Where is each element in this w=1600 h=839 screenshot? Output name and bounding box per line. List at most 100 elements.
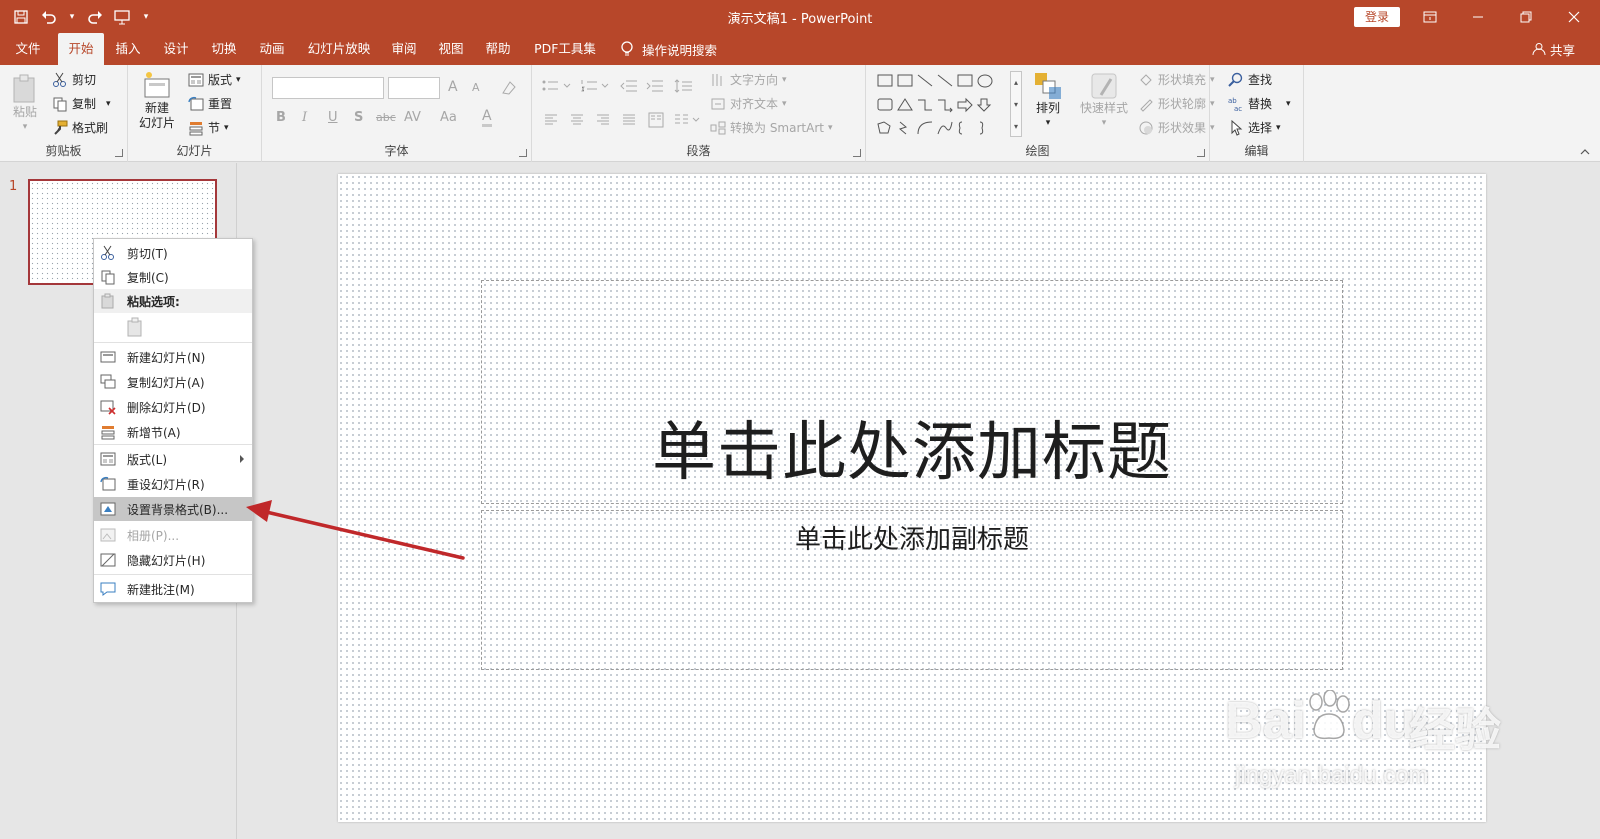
strikethrough-button[interactable]: abc bbox=[376, 111, 396, 124]
line-spacing-icon[interactable] bbox=[674, 78, 702, 94]
menu-item-hide-slide[interactable]: 隐藏幻灯片(H) bbox=[94, 548, 252, 572]
group-label-font: 字体 bbox=[384, 144, 409, 158]
decrease-indent-icon[interactable] bbox=[620, 79, 638, 93]
change-case-button[interactable]: Aa bbox=[440, 110, 457, 125]
menu-label-paste-options: 粘贴选项: bbox=[127, 294, 180, 309]
select-label: 选择 bbox=[1248, 121, 1273, 135]
copy-button[interactable]: 复制 ▾ bbox=[52, 95, 111, 112]
replace-button[interactable]: ab ac 替换 ▾ bbox=[1228, 95, 1291, 112]
menu-item-format-background[interactable]: 设置背景格式(B)... bbox=[94, 497, 252, 521]
reset-icon bbox=[100, 476, 116, 491]
subtitle-placeholder[interactable]: 单击此处添加副标题 bbox=[481, 510, 1343, 670]
font-name-combo[interactable] bbox=[272, 77, 384, 99]
shape-outline-button[interactable]: 形状轮廓 ▾ bbox=[1138, 95, 1215, 112]
align-center-icon[interactable] bbox=[570, 113, 584, 127]
restore-icon[interactable] bbox=[1502, 0, 1550, 33]
font-size-combo[interactable] bbox=[388, 77, 440, 99]
underline-button[interactable]: U bbox=[328, 110, 338, 125]
character-spacing-button[interactable]: AV bbox=[404, 110, 421, 125]
paste-option-icon[interactable] bbox=[126, 317, 144, 337]
tab-view[interactable]: 视图 bbox=[431, 33, 471, 65]
tab-design[interactable]: 设计 bbox=[156, 33, 196, 65]
menu-item-copy[interactable]: 复制(C) bbox=[94, 265, 252, 289]
tab-insert[interactable]: 插入 bbox=[108, 33, 148, 65]
menu-item-add-section[interactable]: 新增节(A) bbox=[94, 420, 252, 444]
tab-pdf-tools[interactable]: PDF工具集 bbox=[528, 33, 602, 65]
select-button[interactable]: 选择 ▾ bbox=[1228, 119, 1281, 136]
menu-item-photo-album[interactable]: 相册(P)... bbox=[94, 523, 252, 547]
paste-button[interactable]: 粘贴 ▾ bbox=[6, 73, 44, 135]
new-slide-label-line1: 新建 bbox=[144, 101, 169, 115]
tab-review[interactable]: 审阅 bbox=[384, 33, 424, 65]
text-direction-button[interactable]: 文字方向 ▾ bbox=[710, 71, 787, 88]
menu-item-cut[interactable]: 剪切(T) bbox=[94, 241, 252, 265]
numbering-icon[interactable] bbox=[580, 79, 610, 93]
clear-formatting-icon[interactable] bbox=[500, 79, 518, 97]
menu-item-new-slide[interactable]: 新建幻灯片(N) bbox=[94, 345, 252, 369]
menu-label-add-section: 新增节(A) bbox=[127, 425, 181, 440]
tab-slideshow[interactable]: 幻灯片放映 bbox=[301, 33, 377, 65]
align-left-icon[interactable] bbox=[544, 113, 558, 127]
format-painter-button[interactable]: 格式刷 bbox=[52, 119, 108, 136]
ribbon-display-options-icon[interactable] bbox=[1406, 0, 1454, 33]
columns-icon[interactable] bbox=[648, 112, 664, 128]
shadow-button[interactable]: S bbox=[354, 110, 363, 125]
clipboard-launcher-icon[interactable] bbox=[115, 149, 123, 157]
close-icon[interactable] bbox=[1550, 0, 1598, 33]
text-direction-label: 文字方向 bbox=[730, 73, 779, 87]
shape-effects-button[interactable]: 形状效果 ▾ bbox=[1138, 119, 1215, 136]
new-slide-button[interactable]: 新建 幻灯片 bbox=[136, 71, 178, 131]
bold-button[interactable]: B bbox=[276, 110, 286, 125]
tab-file[interactable]: 文件 bbox=[8, 33, 48, 65]
pen-icon bbox=[1140, 98, 1153, 112]
shape-effects-label: 形状效果 bbox=[1158, 121, 1207, 135]
drawing-launcher-icon[interactable] bbox=[1197, 149, 1205, 157]
collapse-ribbon-icon[interactable] bbox=[1580, 147, 1590, 157]
menu-item-layout[interactable]: 版式(L) bbox=[94, 447, 252, 471]
tab-help[interactable]: 帮助 bbox=[478, 33, 518, 65]
shape-fill-button[interactable]: 形状填充 ▾ bbox=[1138, 71, 1215, 88]
find-button[interactable]: 查找 bbox=[1228, 71, 1272, 88]
bullets-icon[interactable] bbox=[542, 79, 572, 93]
menu-label-reset-slide: 重设幻灯片(R) bbox=[127, 477, 205, 492]
menu-item-new-comment[interactable]: 新建批注(M) bbox=[94, 577, 252, 601]
tab-transitions[interactable]: 切换 bbox=[204, 33, 244, 65]
layout-button[interactable]: 版式 ▾ bbox=[188, 71, 241, 88]
title-placeholder[interactable]: 单击此处添加标题 bbox=[481, 280, 1343, 504]
align-right-icon[interactable] bbox=[596, 113, 610, 127]
paragraph-launcher-icon[interactable] bbox=[853, 149, 861, 157]
justify-icon[interactable] bbox=[622, 113, 636, 127]
increase-indent-icon[interactable] bbox=[646, 79, 664, 93]
cut-button[interactable]: 剪切 bbox=[52, 71, 96, 88]
italic-button[interactable]: I bbox=[302, 110, 307, 125]
arrange-button[interactable]: 排列 ▾ bbox=[1028, 71, 1068, 131]
tell-me-search[interactable]: 操作说明搜索 bbox=[620, 33, 717, 65]
menu-item-duplicate-slide[interactable]: 复制幻灯片(A) bbox=[94, 370, 252, 394]
svg-text:ab: ab bbox=[1228, 97, 1237, 105]
tab-home[interactable]: 开始 bbox=[58, 33, 104, 65]
minimize-icon[interactable] bbox=[1454, 0, 1502, 33]
login-button[interactable]: 登录 bbox=[1354, 7, 1400, 27]
shrink-font-button[interactable]: A bbox=[472, 81, 480, 94]
menu-label-hide-slide: 隐藏幻灯片(H) bbox=[127, 553, 206, 568]
menu-header-paste-options: 粘贴选项: bbox=[94, 289, 252, 313]
align-text-button[interactable]: 对齐文本 ▾ bbox=[710, 95, 787, 112]
font-color-button[interactable]: A bbox=[482, 108, 492, 127]
replace-icon: abac bbox=[1228, 97, 1242, 112]
tab-animations[interactable]: 动画 bbox=[252, 33, 292, 65]
quick-styles-button[interactable]: 快速样式 ▾ bbox=[1076, 71, 1132, 131]
grow-font-button[interactable]: A bbox=[448, 79, 458, 95]
menu-item-reset-slide[interactable]: 重设幻灯片(R) bbox=[94, 472, 252, 496]
shapes-gallery[interactable] bbox=[876, 71, 1010, 137]
group-label-paragraph: 段落 bbox=[686, 144, 711, 158]
reset-button[interactable]: 重置 bbox=[188, 95, 232, 112]
section-button[interactable]: 节 ▾ bbox=[188, 119, 229, 136]
menu-item-delete-slide[interactable]: 删除幻灯片(D) bbox=[94, 395, 252, 419]
menu-label-new-slide: 新建幻灯片(N) bbox=[127, 350, 206, 365]
convert-smartart-button[interactable]: 转换为 SmartArt ▾ bbox=[710, 119, 833, 136]
shapes-gallery-scroll[interactable]: ▴ ▾ ▾ bbox=[1010, 71, 1022, 137]
paragraph-columns-icon[interactable] bbox=[674, 113, 702, 127]
align-text-icon bbox=[711, 98, 725, 109]
share-button[interactable]: 共享 bbox=[1532, 33, 1575, 65]
font-launcher-icon[interactable] bbox=[519, 149, 527, 157]
